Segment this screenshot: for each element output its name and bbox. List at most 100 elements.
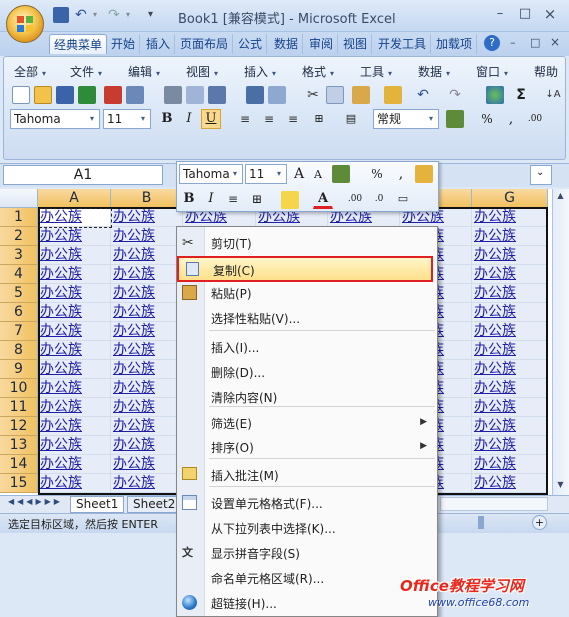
- sheet-tab-sheet1[interactable]: Sheet1: [70, 496, 125, 513]
- row-header-10[interactable]: 10: [0, 379, 38, 398]
- row-header-3[interactable]: 3: [0, 246, 38, 265]
- vertical-scrollbar[interactable]: [552, 189, 569, 495]
- cell-g8[interactable]: 办公族: [472, 341, 548, 360]
- grow-font-button[interactable]: A: [289, 164, 309, 184]
- print-preview-icon[interactable]: [186, 86, 204, 104]
- cell-g14[interactable]: 办公族: [472, 455, 548, 474]
- undo-toolbar-icon[interactable]: ↶: [414, 86, 432, 104]
- row-header-1[interactable]: 1: [0, 208, 38, 227]
- mini-comma-button[interactable]: ,: [391, 164, 411, 184]
- attach-icon[interactable]: [126, 86, 144, 104]
- excel-icon[interactable]: [78, 86, 96, 104]
- menu-item-8[interactable]: 排序(O) ▶: [177, 435, 437, 459]
- print-icon[interactable]: [164, 86, 182, 104]
- tab-classic-menu[interactable]: 经典菜单: [49, 34, 108, 54]
- cell-g9[interactable]: 办公族: [472, 360, 548, 379]
- cell-g12[interactable]: 办公族: [472, 417, 548, 436]
- tab-page-layout[interactable]: 页面布局: [176, 34, 234, 54]
- cell-a15[interactable]: 办公族: [38, 474, 111, 493]
- cell-g10[interactable]: 办公族: [472, 379, 548, 398]
- menu-item-2[interactable]: 粘贴(P): [177, 281, 437, 305]
- row-header-4[interactable]: 4: [0, 265, 38, 284]
- cell-a6[interactable]: 办公族: [38, 303, 111, 322]
- office-button[interactable]: [6, 5, 44, 43]
- cell-a5[interactable]: 办公族: [38, 284, 111, 303]
- mini-bold-button[interactable]: B: [179, 189, 199, 209]
- cell-b2[interactable]: 办公族: [111, 227, 183, 246]
- maximize-button[interactable]: □: [516, 6, 534, 22]
- cell-a8[interactable]: 办公族: [38, 341, 111, 360]
- menu-all[interactable]: 全部 ▾: [14, 63, 46, 80]
- redo-toolbar-icon[interactable]: ↷: [446, 86, 464, 104]
- align-center-icon[interactable]: ≡: [259, 109, 279, 129]
- mini-italic-button[interactable]: I: [201, 189, 221, 209]
- web-icon[interactable]: [486, 86, 504, 104]
- redo-dropdown-icon[interactable]: ▾: [126, 7, 142, 23]
- font-size-select[interactable]: 11 ▾: [103, 109, 151, 129]
- spelling-icon[interactable]: [246, 86, 264, 104]
- close-button[interactable]: ×: [541, 6, 559, 22]
- scroll-up-icon[interactable]: ▲: [554, 191, 567, 205]
- column-header-g[interactable]: G: [472, 189, 548, 208]
- cell-b15[interactable]: 办公族: [111, 474, 183, 493]
- cell-b14[interactable]: 办公族: [111, 455, 183, 474]
- zoom-slider-thumb[interactable]: [478, 516, 484, 529]
- cell-a4[interactable]: 办公族: [38, 265, 111, 284]
- cell-b4[interactable]: 办公族: [111, 265, 183, 284]
- menu-item-5[interactable]: 删除(D)...: [177, 360, 437, 384]
- select-all-corner[interactable]: [0, 189, 38, 208]
- format-painter-icon[interactable]: [384, 86, 402, 104]
- sort-icon[interactable]: ↓A: [544, 86, 562, 104]
- column-header-a[interactable]: A: [38, 189, 111, 208]
- mini-currency-icon[interactable]: [332, 165, 350, 183]
- cell-a11[interactable]: 办公族: [38, 398, 111, 417]
- name-box[interactable]: A1: [3, 165, 163, 185]
- tab-data[interactable]: 数据: [270, 34, 304, 54]
- cell-g5[interactable]: 办公族: [472, 284, 548, 303]
- menu-format[interactable]: 格式 ▾: [302, 63, 334, 80]
- row-header-12[interactable]: 12: [0, 417, 38, 436]
- menu-item-3[interactable]: 选择性粘贴(V)...: [177, 306, 437, 330]
- mini-center-icon[interactable]: ≡: [223, 189, 243, 209]
- row-header-5[interactable]: 5: [0, 284, 38, 303]
- menu-tools[interactable]: 工具 ▾: [360, 63, 392, 80]
- menu-edit[interactable]: 编辑 ▾: [128, 63, 160, 80]
- fill-color-icon[interactable]: [281, 191, 299, 209]
- expand-formula-icon[interactable]: ⌄: [530, 165, 552, 185]
- cell-a10[interactable]: 办公族: [38, 379, 111, 398]
- new-file-icon[interactable]: [12, 86, 30, 104]
- row-header-14[interactable]: 14: [0, 455, 38, 474]
- percent-button[interactable]: %: [477, 109, 497, 129]
- undo-dropdown-icon[interactable]: ▾: [93, 7, 109, 23]
- redo-icon[interactable]: ↷: [108, 7, 124, 23]
- cell-g2[interactable]: 办公族: [472, 227, 548, 246]
- menu-item-13[interactable]: 命名单元格区域(R)...: [177, 566, 437, 590]
- menu-item-7[interactable]: 筛选(E) ▶: [177, 411, 437, 435]
- menu-item-14[interactable]: 超链接(H)...: [177, 591, 437, 615]
- align-right-icon[interactable]: ≡: [283, 109, 303, 129]
- cell-g11[interactable]: 办公族: [472, 398, 548, 417]
- mini-merge-icon[interactable]: ▭: [393, 189, 413, 209]
- undo-icon[interactable]: ↶: [75, 7, 91, 23]
- scroll-down-icon[interactable]: ▼: [554, 480, 567, 494]
- mini-borders-icon[interactable]: ⊞: [247, 189, 267, 209]
- ribbon-restore-icon[interactable]: □: [530, 36, 540, 49]
- mini-increase-decimal-icon[interactable]: .00: [345, 189, 365, 209]
- mini-font-name-select[interactable]: Tahoma ▾: [179, 164, 243, 184]
- tab-insert[interactable]: 插入: [142, 34, 176, 54]
- cell-g13[interactable]: 办公族: [472, 436, 548, 455]
- cell-b10[interactable]: 办公族: [111, 379, 183, 398]
- paste-toolbar-icon[interactable]: [352, 86, 370, 104]
- row-header-9[interactable]: 9: [0, 360, 38, 379]
- wrap-text-icon[interactable]: ▤: [341, 109, 361, 129]
- pdf-icon[interactable]: [104, 86, 122, 104]
- menu-insert[interactable]: 插入 ▾: [244, 63, 276, 80]
- cut-toolbar-icon[interactable]: ✂: [304, 86, 322, 104]
- cell-g15[interactable]: 办公族: [472, 474, 548, 493]
- cell-a12[interactable]: 办公族: [38, 417, 111, 436]
- cell-g6[interactable]: 办公族: [472, 303, 548, 322]
- tab-addins[interactable]: 加载项: [432, 34, 478, 54]
- mini-format-painter-icon[interactable]: [415, 165, 433, 183]
- menu-file[interactable]: 文件 ▾: [70, 63, 102, 80]
- cell-b12[interactable]: 办公族: [111, 417, 183, 436]
